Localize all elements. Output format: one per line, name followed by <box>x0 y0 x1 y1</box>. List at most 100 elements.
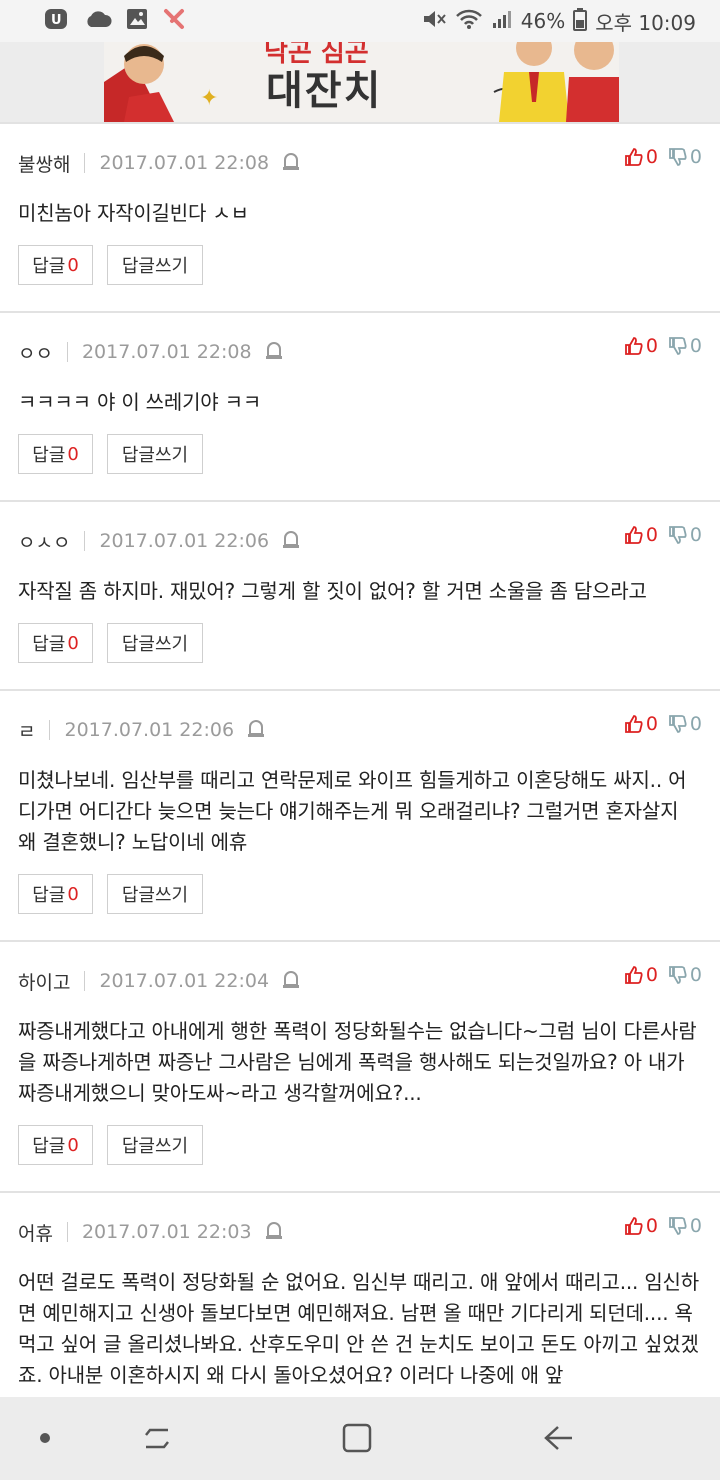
thumbs-down-icon <box>669 1217 687 1235</box>
battery-icon <box>573 7 588 36</box>
reply-button[interactable]: 답글 0 <box>18 623 93 663</box>
comment-body: 짜증내게했다고 아내에게 행한 폭력이 정당화될수는 없습니다~그럼 님이 다른… <box>18 1019 697 1105</box>
recent-apps-icon[interactable] <box>140 1421 174 1459</box>
comment-body: 자작질 좀 하지마. 재밌어? 그렇게 할 짓이 없어? 할 거면 소울을 좀 … <box>18 579 647 603</box>
comment-author[interactable]: ㄹ <box>18 717 35 744</box>
comment-author[interactable]: ㅇㅇ <box>18 339 53 366</box>
back-icon[interactable] <box>540 1421 574 1459</box>
thumbs-up-icon <box>624 526 643 544</box>
like-button[interactable]: 0 <box>624 524 658 546</box>
dislike-count: 0 <box>689 713 702 735</box>
image-icon <box>126 8 148 34</box>
write-reply-button[interactable]: 답글쓰기 <box>107 874 203 914</box>
cloud-icon <box>84 9 112 33</box>
tools-icon <box>162 7 186 35</box>
report-siren-icon[interactable] <box>281 969 301 994</box>
divider <box>84 531 86 551</box>
reply-label: 답글 <box>32 256 66 277</box>
clock: 오후 10:09 <box>595 10 696 35</box>
navigation-bar <box>0 1397 720 1480</box>
dislike-button[interactable]: 0 <box>668 146 702 168</box>
mute-icon <box>421 8 447 35</box>
dislike-count: 0 <box>689 1215 702 1237</box>
dislike-count: 0 <box>689 524 702 546</box>
thumbs-up-icon <box>624 1217 643 1235</box>
comment-item: ㄹ 2017.07.01 22:06 0 0 미쳤나보네. 임산부를 때리고 연… <box>0 689 720 940</box>
thumbs-down-icon <box>669 966 687 984</box>
dislike-button[interactable]: 0 <box>668 524 702 546</box>
comment-body: 어떤 걸로도 폭력이 정당화될 순 없어요. 임신부 때리고. 애 앞에서 때리… <box>18 1270 699 1387</box>
thumbs-down-icon <box>669 715 687 733</box>
banner-title: 대잔치 <box>266 68 383 114</box>
comment-author[interactable]: 하이고 <box>18 968 70 995</box>
banner-character-left <box>104 42 214 122</box>
dislike-button[interactable]: 0 <box>668 713 702 735</box>
dislike-button[interactable]: 0 <box>668 335 702 357</box>
home-icon[interactable] <box>340 1421 374 1459</box>
svg-text:U: U <box>51 13 62 28</box>
thumbs-down-icon <box>669 526 687 544</box>
dislike-button[interactable]: 0 <box>668 1215 702 1237</box>
comment-item: ㅇㅇ 2017.07.01 22:08 0 0 ㅋㅋㅋㅋ 야 이 쓰레기야 ㅋㅋ… <box>0 311 720 500</box>
banner-top-text: 낙곤 심곤 <box>264 42 369 68</box>
report-siren-icon[interactable] <box>264 1220 284 1245</box>
like-button[interactable]: 0 <box>624 964 658 986</box>
reply-label: 답글 <box>32 885 66 906</box>
like-button[interactable]: 0 <box>624 713 658 735</box>
comment-item: 하이고 2017.07.01 22:04 0 0 짜증내게했다고 아내에게 행한… <box>0 940 720 1191</box>
comment-date: 2017.07.01 22:08 <box>99 152 270 174</box>
comment-date: 2017.07.01 22:03 <box>81 1221 252 1243</box>
thumbs-down-icon <box>669 148 687 166</box>
banner-image[interactable]: 낙곤 심곤 ✦ 대잔치 <box>104 42 619 122</box>
comment-date: 2017.07.01 22:06 <box>99 530 270 552</box>
like-count: 0 <box>645 335 658 357</box>
comment-author[interactable]: ㅇㅅㅇ <box>18 528 70 555</box>
reply-label: 답글 <box>32 1136 66 1157</box>
like-count: 0 <box>645 1215 658 1237</box>
divider <box>84 153 86 173</box>
like-button[interactable]: 0 <box>624 146 658 168</box>
thumbs-up-icon <box>624 148 643 166</box>
divider <box>49 720 51 740</box>
reply-button[interactable]: 답글 0 <box>18 245 93 285</box>
reply-count: 0 <box>67 1134 79 1156</box>
like-count: 0 <box>645 146 658 168</box>
comment-author[interactable]: 어휴 <box>18 1219 53 1246</box>
comment-item: 불쌍해 2017.07.01 22:08 0 0 미친놈아 자작이길빈다 ㅅㅂ … <box>0 122 720 311</box>
dislike-count: 0 <box>689 964 702 986</box>
reply-button[interactable]: 답글 0 <box>18 1125 93 1165</box>
report-siren-icon[interactable] <box>281 151 301 176</box>
report-siren-icon[interactable] <box>264 340 284 365</box>
dislike-button[interactable]: 0 <box>668 964 702 986</box>
nav-dot-icon[interactable] <box>40 1433 50 1443</box>
comment-body: 미친놈아 자작이길빈다 ㅅㅂ <box>18 201 249 225</box>
comment-date: 2017.07.01 22:06 <box>64 719 235 741</box>
reply-label: 답글 <box>32 634 66 655</box>
divider <box>66 1222 68 1242</box>
write-reply-button[interactable]: 답글쓰기 <box>107 623 203 663</box>
divider <box>84 971 86 991</box>
comment-author[interactable]: 불쌍해 <box>18 150 70 177</box>
like-button[interactable]: 0 <box>624 1215 658 1237</box>
u-plus-icon: U <box>44 7 70 35</box>
thumbs-up-icon <box>624 337 643 355</box>
like-count: 0 <box>645 524 658 546</box>
like-count: 0 <box>645 964 658 986</box>
report-siren-icon[interactable] <box>246 718 266 743</box>
banner-characters-right <box>474 42 619 122</box>
reply-button[interactable]: 답글 0 <box>18 434 93 474</box>
report-siren-icon[interactable] <box>281 529 301 554</box>
thumbs-up-icon <box>624 715 643 733</box>
like-count: 0 <box>645 713 658 735</box>
battery-percent: 46% <box>520 9 566 33</box>
write-reply-button[interactable]: 답글쓰기 <box>107 245 203 285</box>
write-reply-button[interactable]: 답글쓰기 <box>107 434 203 474</box>
ad-banner[interactable]: 낙곤 심곤 ✦ 대잔치 <box>0 42 720 122</box>
thumbs-down-icon <box>669 337 687 355</box>
reply-count: 0 <box>67 443 79 465</box>
reply-label: 답글 <box>32 445 66 466</box>
write-reply-button[interactable]: 답글쓰기 <box>107 1125 203 1165</box>
like-button[interactable]: 0 <box>624 335 658 357</box>
reply-button[interactable]: 답글 0 <box>18 874 93 914</box>
divider <box>66 342 68 362</box>
